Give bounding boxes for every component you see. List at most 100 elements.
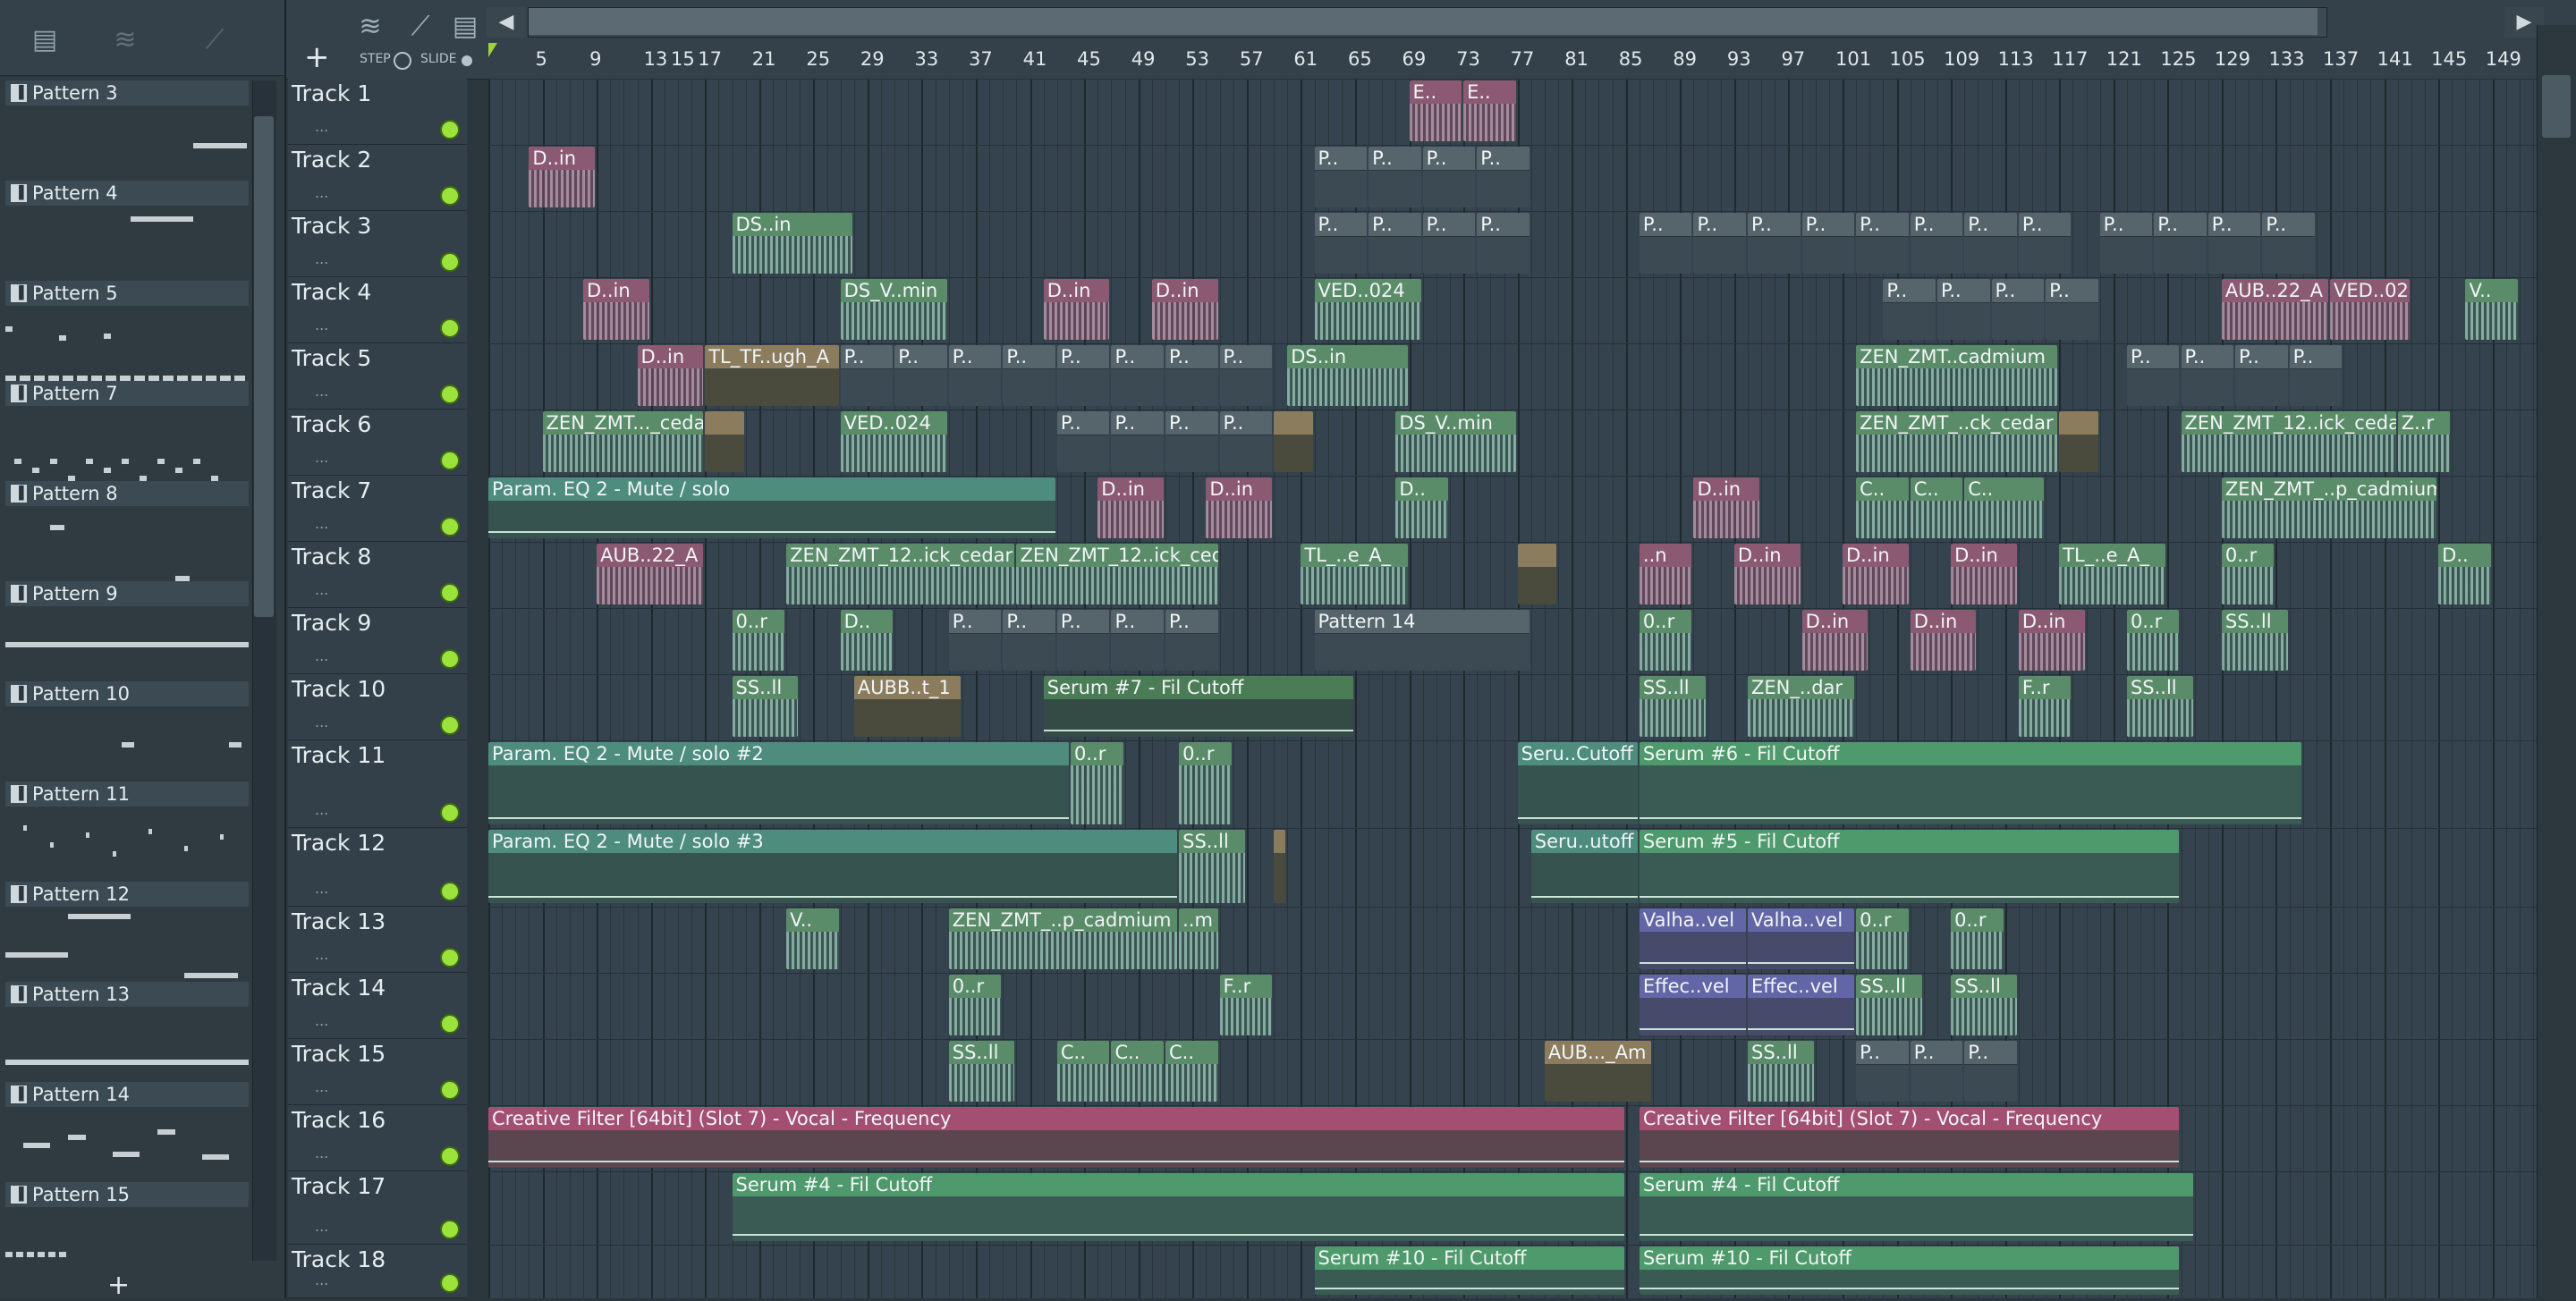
waveform-icon[interactable]: ≋ [98, 21, 152, 57]
track-menu-dots[interactable]: ... [315, 449, 328, 466]
track-header[interactable]: Track 3... [288, 211, 467, 277]
scroll-left-button[interactable]: ◀ [487, 7, 526, 38]
clip-header[interactable]: 0..r [1856, 908, 1909, 932]
audio-clip[interactable]: C.. [1856, 477, 1909, 538]
clip-header[interactable]: Param. EQ 2 - Mute / solo #2 [488, 742, 1070, 765]
clip-header[interactable]: Serum #7 - Fil Cutoff [1043, 676, 1353, 699]
clip-header[interactable]: SS..ll [1951, 975, 2017, 998]
audio-clip[interactable]: ZEN_ZMT_12..ick_cedar [1016, 544, 1218, 604]
clip-header[interactable]: P.. [1639, 213, 1692, 236]
pattern-item[interactable]: ▐ Pattern 10 [5, 681, 249, 781]
pattern-clip[interactable]: P.. [948, 610, 1002, 671]
audio-clip[interactable]: 0..r [948, 975, 1002, 1035]
audio-clip[interactable]: TL_..e_A_ [2059, 544, 2166, 604]
clip-header[interactable]: SS..ll [1639, 676, 1706, 699]
audio-clip[interactable]: SS..ll [1639, 676, 1706, 737]
track-menu-dots[interactable]: ... [315, 184, 328, 201]
pattern-clip[interactable]: P.. [1111, 411, 1164, 472]
pattern-item[interactable]: ▐ Pattern 9 [5, 581, 249, 681]
clip-header[interactable]: VED..024 [2330, 279, 2410, 302]
audio-clip[interactable] [705, 411, 744, 472]
clip-header[interactable]: F..r [2018, 676, 2072, 699]
pattern-item[interactable]: ▐ Pattern 13 [5, 982, 249, 1082]
pattern-header[interactable]: ▐ Pattern 4 [5, 181, 249, 206]
clip-header[interactable]: P.. [894, 345, 947, 368]
audio-clip[interactable]: SS..ll [948, 1041, 1015, 1102]
clip-header[interactable]: P.. [1314, 213, 1368, 236]
audio-clip[interactable]: D..in [637, 345, 704, 406]
clip-header[interactable]: SS..ll [1748, 1041, 1814, 1064]
overview-viewport[interactable] [529, 8, 2318, 35]
automation-tool-icon[interactable]: ⟋ [401, 7, 440, 46]
pattern-clip[interactable]: P.. [2289, 345, 2343, 406]
clip-header[interactable]: D..in [637, 345, 704, 368]
audio-clip[interactable]: F..r [1219, 975, 1273, 1035]
clip-header[interactable]: V.. [786, 908, 839, 932]
pattern-clip[interactable]: P.. [894, 345, 947, 406]
clip-header[interactable] [1517, 544, 1557, 567]
track-mute-led[interactable] [440, 384, 460, 404]
pattern-item[interactable]: ▐ Pattern 15 [5, 1182, 249, 1282]
audio-clip[interactable]: AUB..._Am [1544, 1041, 1652, 1102]
audio-clip[interactable]: C.. [1964, 477, 2045, 538]
pattern-item[interactable]: ▐ Pattern 5 [5, 281, 249, 381]
clip-header[interactable]: ..n [1639, 544, 1692, 567]
clip-header[interactable]: D..in [1910, 610, 1977, 633]
audio-clip[interactable]: ZEN_..dar [1748, 676, 1855, 737]
clip-header[interactable]: D..in [1043, 279, 1110, 302]
clip-header[interactable]: SS..ll [1179, 830, 1245, 853]
audio-clip[interactable]: DS_V..min [840, 279, 947, 340]
clip-header[interactable]: P.. [1314, 147, 1368, 170]
clip-header[interactable]: TL_..e_A_ [2059, 544, 2166, 567]
track-mute-led[interactable] [440, 517, 460, 536]
track-mute-led[interactable] [440, 1014, 460, 1034]
audio-clip[interactable]: TL_..e_A_ [1301, 544, 1408, 604]
clip-header[interactable]: Seru..utoff [1530, 830, 1638, 853]
track-mute-led[interactable] [440, 318, 460, 338]
clip-header[interactable]: P.. [1111, 610, 1164, 633]
audio-clip[interactable]: D..in [1843, 544, 1909, 604]
clip-header[interactable] [1274, 830, 1286, 853]
pattern-clip[interactable]: P.. [840, 345, 894, 406]
audio-clip[interactable]: ZEN_ZMT_..ck_cedar [1856, 411, 2058, 472]
add-pattern-button[interactable]: + [107, 1270, 130, 1301]
clip-header[interactable]: 0..r [1639, 610, 1692, 633]
clip-header[interactable]: F..r [1219, 975, 1273, 998]
clip-header[interactable]: D.. [840, 610, 894, 633]
timeline-ruler[interactable]: 5 9 13 17 21 25 29 33 37 41 45 49 53 57 61 65 69 73 77 81 85… [488, 43, 2546, 75]
clip-header[interactable]: P.. [2046, 279, 2098, 302]
audio-clip[interactable] [1274, 830, 1286, 903]
playlist-scroll-thumb[interactable] [2542, 75, 2571, 138]
step-toggle[interactable] [394, 52, 411, 70]
pattern-clip[interactable]: P.. [2207, 213, 2261, 274]
clip-header[interactable]: C.. [1056, 1041, 1110, 1064]
track-header[interactable]: Track 17... [288, 1171, 467, 1245]
pattern-item[interactable]: ▐ Pattern 11 [5, 781, 249, 882]
pattern-item[interactable]: ▐ Pattern 4 [5, 181, 249, 341]
audio-clip[interactable]: VED..024 [1314, 279, 1421, 340]
audio-clip[interactable]: AUB..22_A [2221, 279, 2329, 340]
automation-clip[interactable]: Serum #10 - Fil Cutoff [1314, 1246, 1624, 1295]
pattern-clip[interactable]: P.. [1964, 1041, 2017, 1102]
pattern-clip[interactable]: P.. [1910, 213, 1963, 274]
pattern-clip[interactable]: P.. [2018, 213, 2072, 274]
automation-clip[interactable]: Param. EQ 2 - Mute / solo #3 [488, 830, 1178, 903]
audio-clip[interactable]: E.. [1463, 80, 1516, 141]
clip-header[interactable]: P.. [1910, 1041, 1963, 1064]
pattern-clip[interactable]: P.. [1368, 147, 1421, 207]
clip-header[interactable]: P.. [1165, 411, 1218, 435]
audio-clip[interactable]: ZEN_ZMT_..p_cadmium [2221, 477, 2437, 538]
audio-clip[interactable]: D..in [1043, 279, 1110, 340]
pattern-clip[interactable]: P.. [1314, 147, 1368, 207]
track-menu-dots[interactable]: ... [315, 880, 328, 897]
clip-header[interactable]: C.. [1964, 477, 2045, 501]
audio-clip[interactable]: SS..ll [1179, 830, 1245, 903]
track-mute-led[interactable] [440, 715, 460, 735]
automation-clip[interactable]: Creative Filter [64bit] (Slot 7) - Vocal… [1639, 1107, 2180, 1168]
pattern-clip[interactable]: P.. [1856, 1041, 1909, 1102]
clip-header[interactable]: ZEN_ZMT_..p_cadmium [2221, 477, 2437, 501]
clip-header[interactable]: ZEN_ZMT_12..ick_cedar [786, 544, 1015, 567]
pattern-clip[interactable]: P.. [1314, 213, 1368, 274]
audio-clip[interactable]: D..in [2018, 610, 2085, 671]
clip-header[interactable]: C.. [1856, 477, 1909, 501]
